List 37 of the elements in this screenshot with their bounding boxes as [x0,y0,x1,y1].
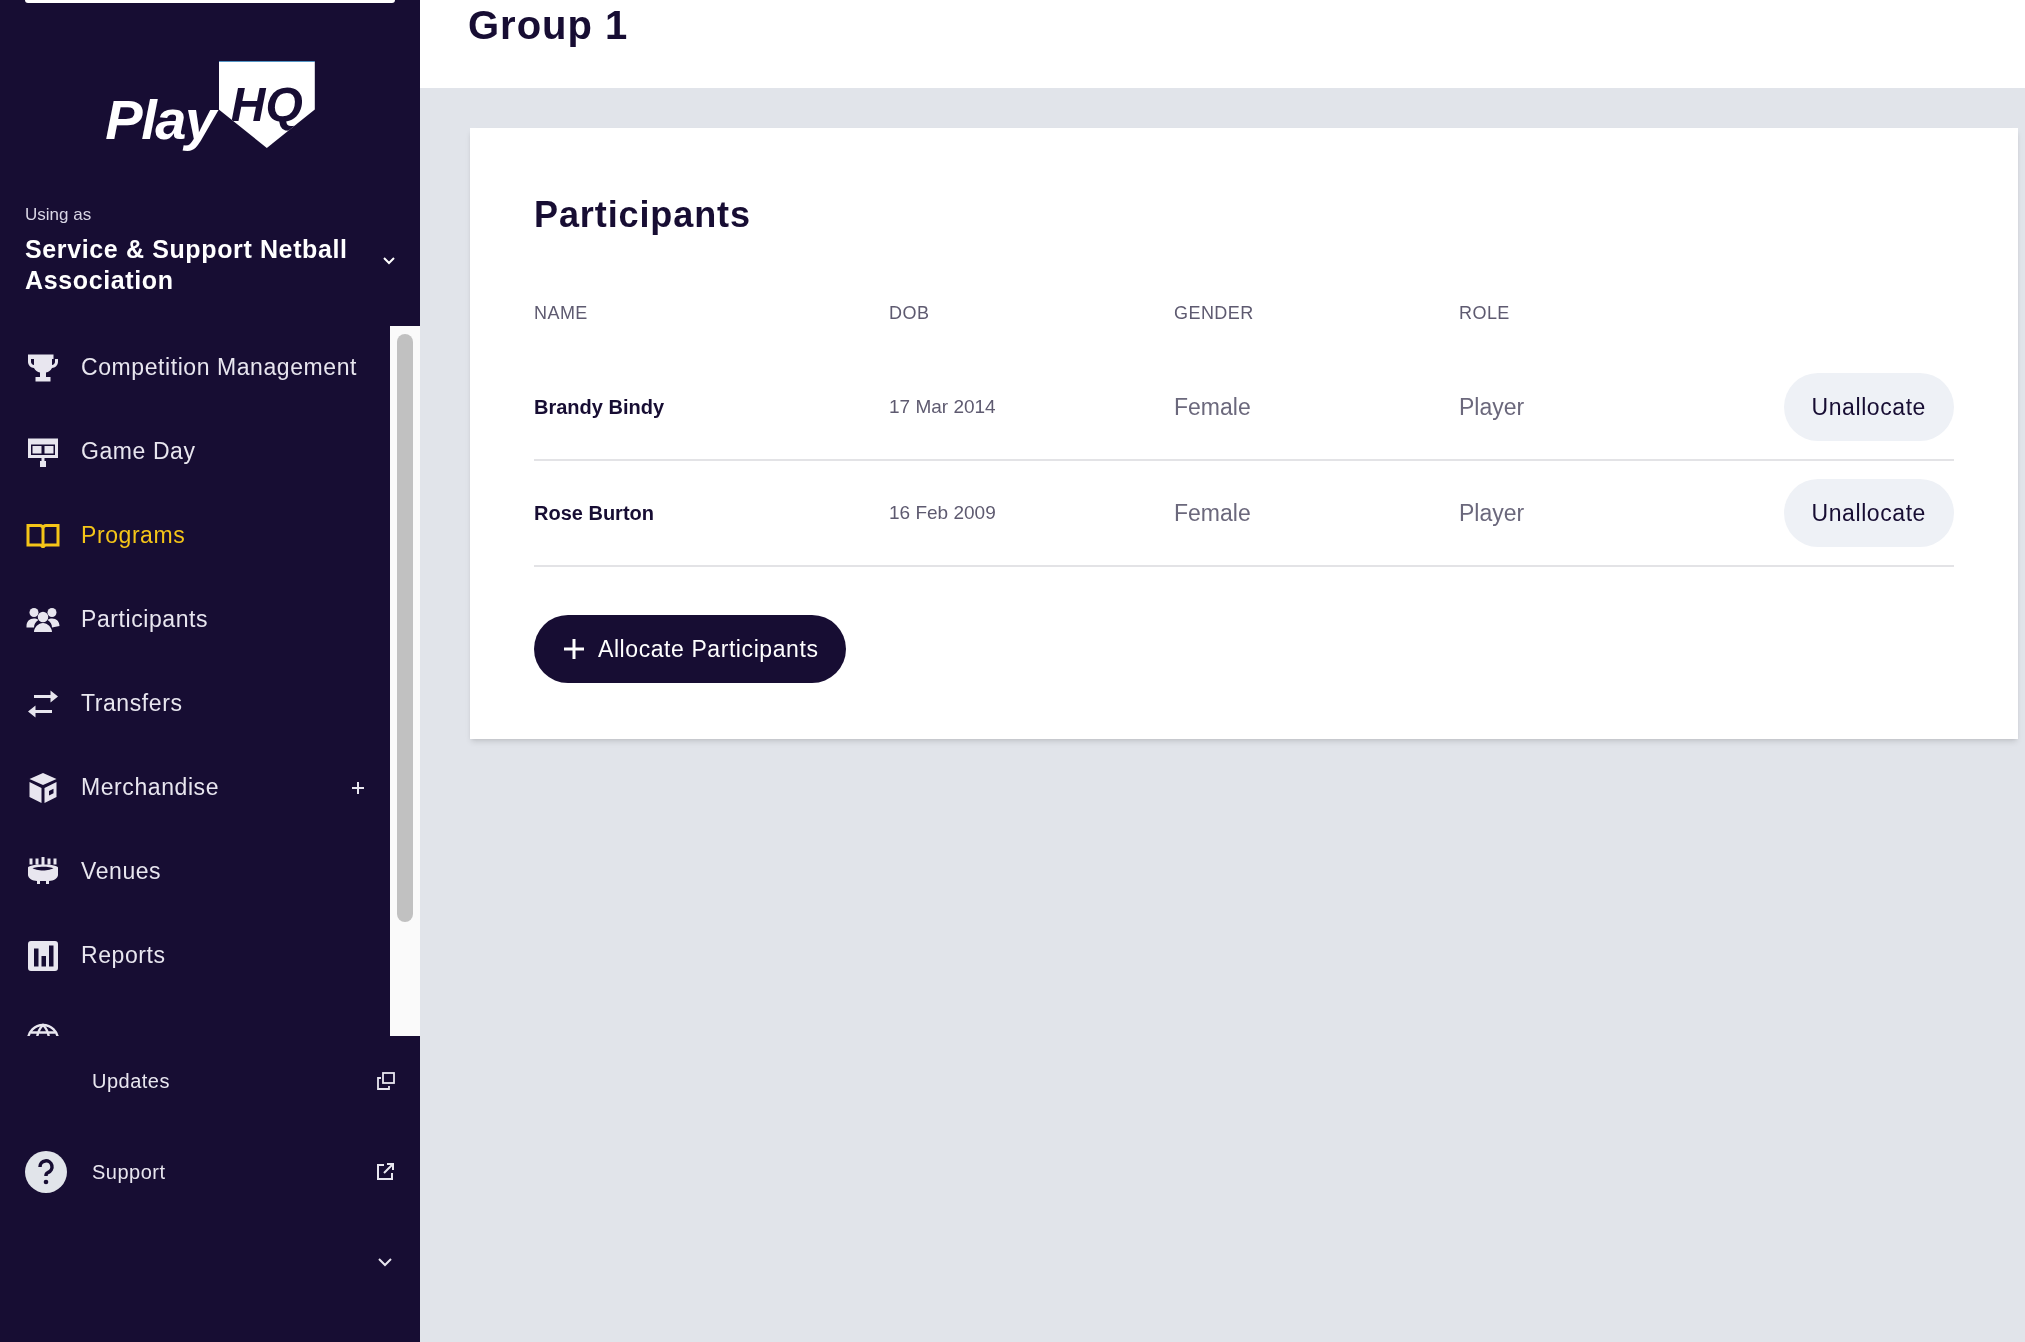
table-cell: Player [1459,355,1784,461]
plus-icon[interactable] [351,780,365,795]
search-field[interactable] [25,0,395,3]
table-cell: 17 Mar 2014 [889,355,1174,461]
footer-link[interactable]: Support [25,1125,395,1218]
allocate-participants-button[interactable]: Allocate Participants [534,615,847,683]
nav-item[interactable]: Reports [0,913,390,998]
organisation-name[interactable]: Service & Support Netball Association [25,233,371,296]
column-header: ROLE [1459,302,1511,325]
plus-icon [562,637,586,661]
unallocate-button[interactable]: Unallocate [1783,479,1954,547]
help-icon [25,1150,67,1193]
table-cell: Player [1459,461,1784,567]
external-link-icon [375,1161,395,1182]
scrollbar[interactable] [390,325,420,1036]
unallocate-button[interactable]: Unallocate [1783,373,1954,441]
table-cell: Brandy Bindy [534,355,889,461]
column-header: NAME [534,302,589,325]
card-title: Participants [534,193,752,237]
nav-item[interactable]: Merchandise [0,745,390,830]
table-cell: Rose Burton [534,461,889,567]
nav-item[interactable]: Game Day [0,409,390,494]
table-cell: Female [1174,355,1459,461]
using-as-label: Using as [25,204,93,226]
column-header: DOB [889,302,931,325]
chevron-down-icon[interactable] [378,1257,392,1267]
nav-item[interactable]: Transfers [0,661,390,746]
copy-windows-icon [377,1071,395,1090]
nav-item[interactable]: Programs [0,493,390,578]
nav-item[interactable]: Venues [0,829,390,914]
footer-link[interactable]: Updates [25,1035,395,1126]
page-title: Group 1 [468,2,629,49]
nav-item[interactable]: Participants [0,577,390,662]
column-header: GENDER [1174,302,1255,325]
table-cell: 16 Feb 2009 [889,461,1174,567]
table-cell: Female [1174,461,1459,567]
nav-item[interactable]: Competition Management [0,325,390,410]
